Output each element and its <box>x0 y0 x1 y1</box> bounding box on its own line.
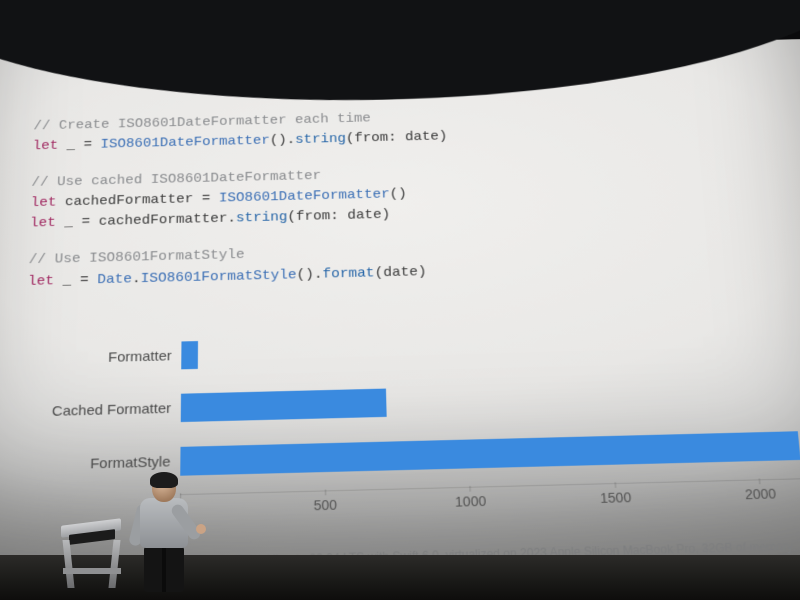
presenter <box>130 474 200 594</box>
code-snippets: // Create ISO8601DateFormatter each time… <box>28 99 798 292</box>
code-comment: // Use ISO8601FormatStyle <box>28 247 244 268</box>
keyword-let: let <box>30 215 56 231</box>
code-block-3: // Use ISO8601FormatStyle let _ = Date.I… <box>28 231 798 292</box>
code-block-2: // Use cached ISO8601DateFormatter let c… <box>30 154 792 234</box>
bar-row-formatter: Formatter <box>44 320 800 380</box>
code-block-1: // Create ISO8601DateFormatter each time… <box>32 99 784 157</box>
bar-row-cached: Cached Formatter <box>42 371 800 432</box>
bar <box>181 341 198 369</box>
x-tick: 2000 <box>744 486 776 502</box>
x-tick: 1000 <box>455 493 487 509</box>
keyword-let: let <box>30 195 56 211</box>
bar <box>181 389 387 423</box>
x-axis: 0500100015002000 <box>180 478 800 528</box>
bar <box>180 431 800 476</box>
conference-photo: // Create ISO8601DateFormatter each time… <box>0 0 800 600</box>
bar-label: FormatStyle <box>41 453 180 473</box>
lectern <box>55 522 135 592</box>
slide-content: // Create ISO8601DateFormatter each time… <box>27 99 799 309</box>
keyword-let: let <box>28 273 55 289</box>
x-tick: 500 <box>314 497 338 513</box>
bar-label: Formatter <box>44 347 181 366</box>
projection-screen: // Create ISO8601DateFormatter each time… <box>0 39 800 600</box>
bar-label: Cached Formatter <box>43 400 181 420</box>
keyword-let: let <box>32 138 58 153</box>
x-tick: 1500 <box>600 489 632 505</box>
